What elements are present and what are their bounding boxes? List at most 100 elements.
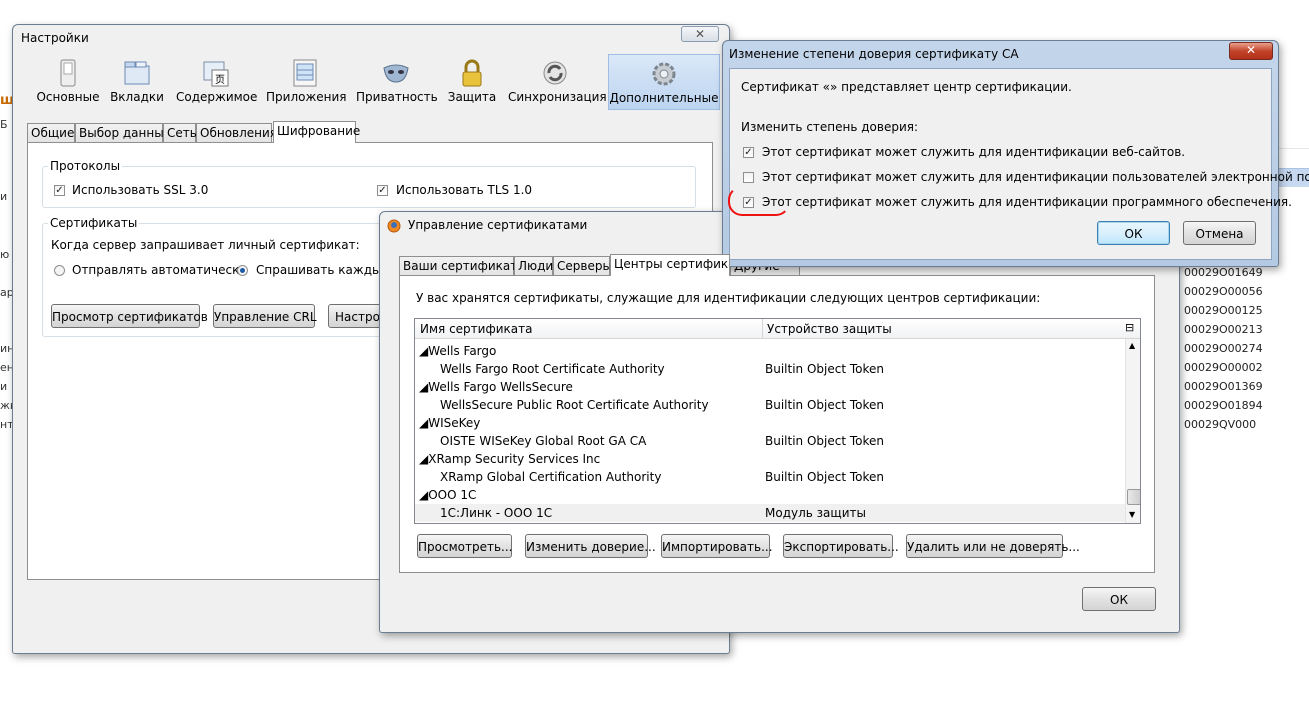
window-title: Управление сертификатами	[408, 218, 588, 232]
toolbar-label: Основные	[36, 90, 100, 104]
trust-prompt: Изменить степень доверия:	[741, 120, 919, 134]
tree-item[interactable]: WellsSecure Public Root Certificate Auth…	[440, 396, 709, 414]
edit-trust-button[interactable]: Изменить доверие...	[525, 534, 656, 558]
window-title: Настройки	[21, 31, 89, 45]
background-window-edge: ш Б и ю ар ин ен и жк нт	[0, 0, 17, 701]
certificate-tree[interactable]: Имя сертификата Устройство защиты ⊟ ◢Wel…	[414, 318, 1141, 524]
tab-encryption[interactable]: Шифрование	[273, 121, 360, 143]
column-device[interactable]: Устройство защиты	[767, 322, 892, 336]
toolbar-label: Дополнительные	[609, 91, 719, 105]
toolbar-label: Вкладки	[110, 90, 164, 104]
trust-websites-checkbox[interactable]: ✓	[743, 147, 754, 158]
firefox-icon	[387, 219, 401, 233]
toolbar-advanced[interactable]: Дополнительные	[608, 54, 720, 110]
gear-icon	[652, 62, 676, 86]
trust-software-label: Этот сертификат может служить для иденти…	[762, 195, 1292, 209]
tree-item-device: Builtin Object Token	[765, 470, 885, 484]
certificates-legend: Сертификаты	[48, 216, 140, 230]
svg-text:页: 页	[215, 74, 225, 86]
bg-code: 00029O00213	[1184, 323, 1263, 336]
trust-ok-button[interactable]: ОК	[1097, 221, 1170, 245]
tree-item[interactable]: OISTE WISeKey Global Root GA CA	[440, 432, 646, 450]
content-icon: 页	[203, 61, 229, 87]
tab-general[interactable]: Общие	[27, 123, 75, 143]
switch-icon	[60, 59, 76, 87]
column-cert-name[interactable]: Имя сертификата	[420, 322, 532, 336]
scroll-down-icon[interactable]: ▼	[1129, 510, 1135, 519]
bg-code: 00029O00274	[1184, 342, 1263, 355]
tree-item[interactable]: 1С:Линк - ООО 1С	[440, 504, 552, 522]
scroll-up-icon[interactable]: ▲	[1129, 341, 1135, 350]
toolbar-label: Защита	[447, 90, 497, 104]
tree-item[interactable]: XRamp Global Certification Authority	[440, 468, 661, 486]
bg-code: 00029O00125	[1184, 304, 1263, 317]
tab-your-certificates[interactable]: Ваши сертификаты	[399, 256, 527, 276]
tree-item-device: Builtin Object Token	[765, 398, 885, 412]
column-divider	[762, 319, 763, 338]
trust-cancel-button[interactable]: Отмена	[1183, 221, 1256, 245]
bg-text: ю	[0, 248, 10, 261]
tree-group[interactable]: ◢Wells Fargo	[419, 342, 496, 360]
tree-group[interactable]: ◢XRamp Security Services Inc	[419, 450, 600, 468]
window-title: Изменение степени доверия сертификату CA	[729, 47, 1019, 61]
tree-item[interactable]: Wells Fargo Root Certificate Authority	[440, 360, 665, 378]
red-highlight-mark	[728, 186, 790, 216]
trust-email-label: Этот сертификат может служить для иденти…	[762, 170, 1309, 184]
toolbar-label: Содержимое	[176, 90, 258, 104]
view-certificates-button[interactable]: Просмотр сертификатов	[51, 304, 208, 328]
trust-email-checkbox[interactable]	[743, 172, 754, 183]
expand-arrow-icon: ◢	[419, 380, 429, 394]
bg-text: и	[0, 190, 8, 203]
expand-arrow-icon: ◢	[419, 344, 429, 358]
export-button[interactable]: Экспортировать...	[783, 534, 899, 558]
scroll-thumb[interactable]	[1127, 489, 1140, 505]
expand-arrow-icon: ◢	[419, 488, 429, 502]
tree-item-device: Builtin Object Token	[765, 362, 885, 376]
toolbar-tabs[interactable]: Вкладки	[108, 54, 166, 110]
toolbar-applications[interactable]: Приложения	[266, 54, 347, 110]
tree-group[interactable]: ◢ООО 1С	[419, 486, 476, 504]
bg-code: 00029O00002	[1184, 361, 1263, 374]
tree-header: Имя сертификата Устройство защиты ⊟	[415, 319, 1140, 339]
expand-arrow-icon: ◢	[419, 452, 429, 466]
bg-code: 00029O01369	[1184, 380, 1263, 393]
auto-send-radio[interactable]	[54, 265, 65, 276]
tree-group[interactable]: ◢WISeKey	[419, 414, 480, 432]
ok-button[interactable]: ОК	[1082, 587, 1156, 611]
bg-text: и	[0, 380, 8, 393]
crl-management-button[interactable]: Управление CRL	[213, 304, 317, 328]
tab-network[interactable]: Сеть	[163, 123, 197, 143]
tab-update[interactable]: Обновления	[196, 123, 277, 143]
close-button[interactable]: ✕	[1229, 42, 1273, 60]
tab-people[interactable]: Люди	[514, 256, 553, 276]
auto-send-label: Отправлять автоматически	[72, 263, 248, 277]
trust-info: Сертификат «» представляет центр сертифи…	[741, 80, 1072, 94]
tree-scrollbar[interactable]: ▲ ▼	[1125, 339, 1140, 523]
ssl-checkbox[interactable]: ✓	[54, 185, 65, 196]
toolbar-content[interactable]: 页 Содержимое	[176, 54, 258, 110]
trust-websites-label: Этот сертификат может служить для иденти…	[762, 145, 1186, 159]
toolbar-sync[interactable]: Синхронизация	[508, 54, 607, 110]
import-button[interactable]: Импортировать...	[661, 534, 773, 558]
tab-servers[interactable]: Серверы	[553, 256, 612, 276]
tls-checkbox[interactable]: ✓	[377, 185, 388, 196]
toolbar-general[interactable]: Основные	[34, 54, 102, 110]
tabs-icon	[124, 61, 150, 85]
tab-authorities[interactable]: Центры сертификации	[610, 254, 730, 276]
ask-every-time-radio[interactable]	[237, 265, 248, 276]
authorities-description: У вас хранятся сертификаты, служащие для…	[416, 291, 1041, 305]
tab-data-choices[interactable]: Выбор данных	[75, 123, 171, 143]
delete-distrust-button[interactable]: Удалить или не доверять...	[906, 534, 1080, 558]
bg-code: 00029O01894	[1184, 399, 1263, 412]
toolbar-security[interactable]: Защита	[446, 54, 498, 110]
column-picker-icon[interactable]: ⊟	[1125, 321, 1134, 334]
bg-text: Б	[0, 118, 8, 131]
view-button[interactable]: Просмотреть...	[417, 534, 512, 558]
tree-group[interactable]: ◢Wells Fargo WellsSecure	[419, 378, 573, 396]
toolbar-label: Приложения	[266, 90, 347, 104]
cert-request-question: Когда сервер запрашивает личный сертифик…	[51, 238, 360, 252]
lock-icon	[462, 59, 482, 87]
close-button[interactable]: ✕	[681, 26, 719, 42]
tree-item-device: Модуль защиты	[765, 506, 866, 520]
toolbar-privacy[interactable]: Приватность	[356, 54, 438, 110]
